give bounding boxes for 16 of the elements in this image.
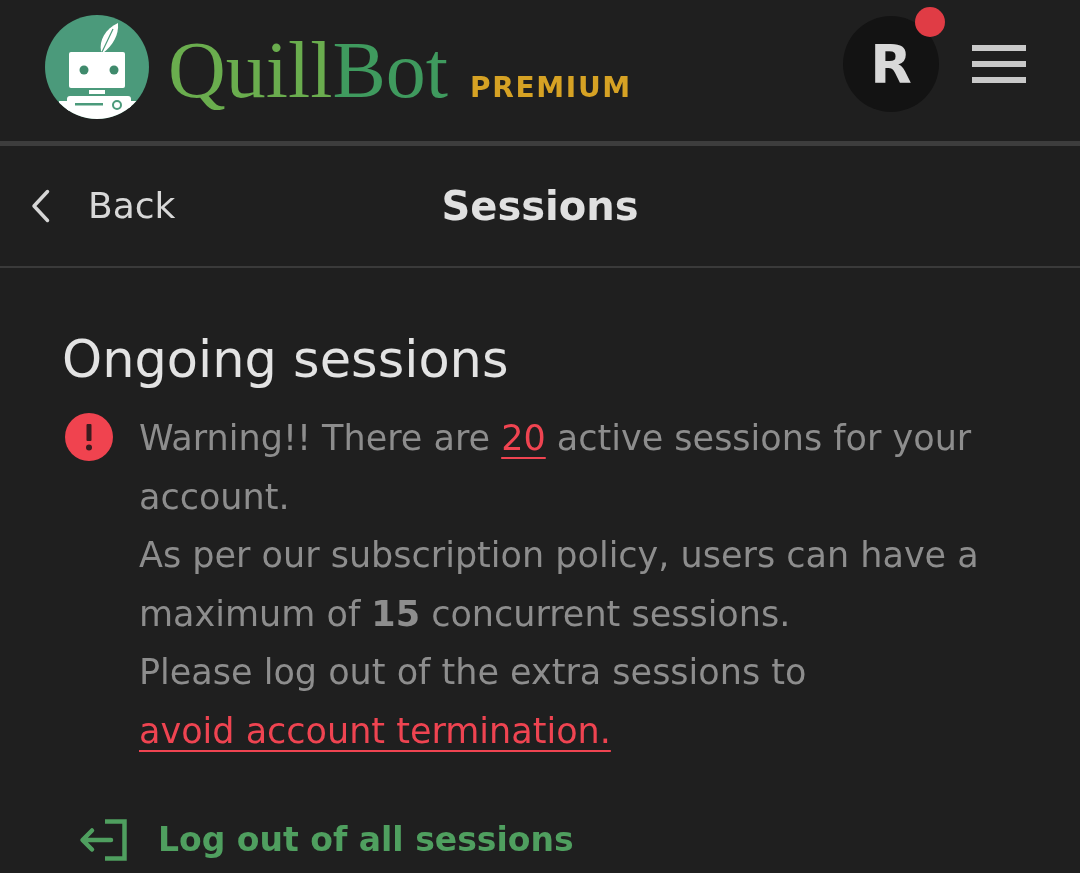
section-heading: Ongoing sessions	[62, 329, 510, 390]
warning-icon	[65, 413, 113, 461]
inline-link[interactable]: avoid account termination.	[139, 710, 611, 751]
account-avatar[interactable]: R	[843, 16, 939, 112]
inline-link[interactable]: 20	[501, 418, 546, 458]
robot-logo-icon[interactable]	[45, 15, 149, 119]
warning-text: As per our subscription policy, users can have a maximum of 15 concurrent sessions.	[139, 534, 980, 636]
warning-text: Please log out of the extra sessions to avoid account termination.	[139, 651, 808, 753]
premium-label: PREMIUM	[470, 72, 632, 104]
logout-button[interactable]: Log out of all sessions	[78, 818, 574, 862]
logout-arrow-icon	[78, 819, 127, 861]
chevron-left-icon	[31, 189, 50, 223]
page-title: Sessions	[441, 182, 639, 230]
menu-icon[interactable]	[972, 45, 1026, 83]
warning-text: Warning!! There are 20 active sessions for your account.	[139, 417, 973, 519]
back-button[interactable]: Back	[31, 184, 176, 228]
